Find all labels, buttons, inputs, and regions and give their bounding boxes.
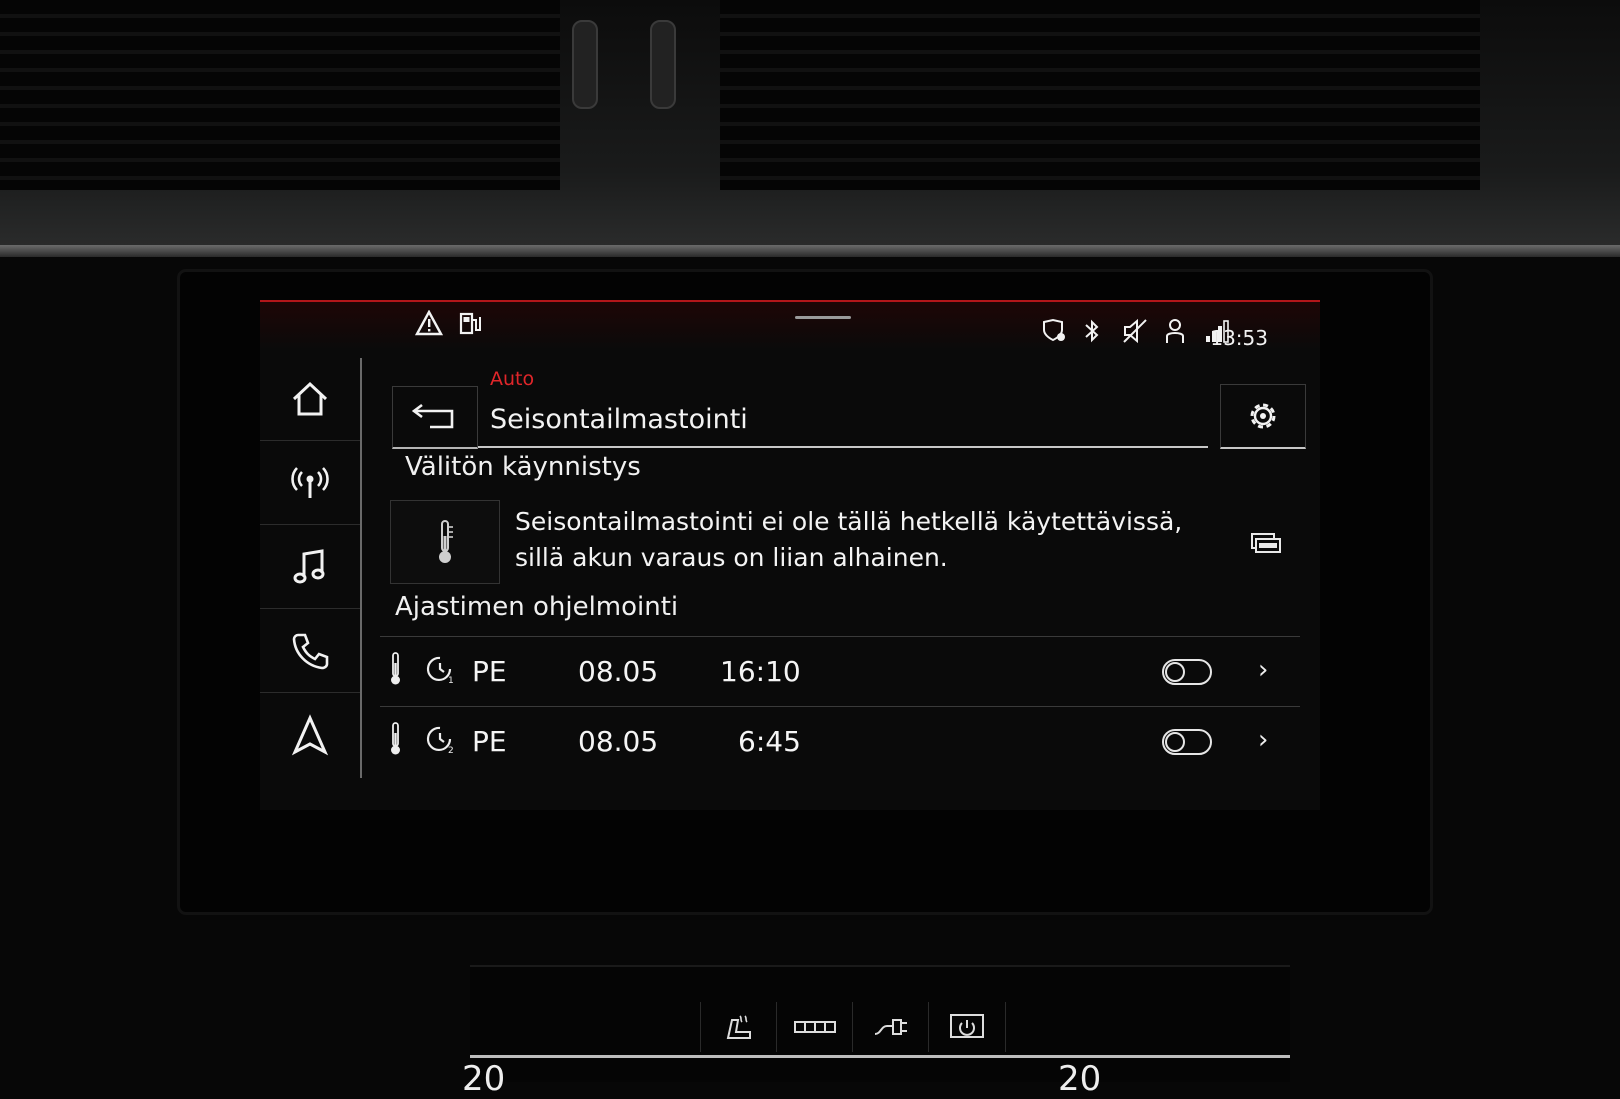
timer-time: 6:45 [738,725,801,758]
nav-navigation[interactable] [260,694,360,776]
main-nav [260,358,362,778]
breadcrumb[interactable]: Auto [490,368,534,390]
nav-home[interactable] [260,358,360,441]
clock: 13:53 [1210,326,1268,350]
timer-clock-icon: 2 [424,723,456,762]
timer-day: PE [472,655,507,688]
plug-icon [874,1019,907,1035]
timer-toggle[interactable] [1162,729,1212,755]
unavailable-message: Seisontailmastointi ei ole tällä hetkell… [515,507,1183,572]
infotainment-screen: 13:53 Auto Seisontailmastointi Välitön k… [260,300,1320,810]
dashboard-top [0,0,1620,245]
timer-day: PE [472,725,507,758]
air-vent-left [0,0,560,190]
gear-icon [1250,403,1276,429]
page-header: Auto Seisontailmastointi [478,360,1208,448]
rear-defrost-icon [794,1021,836,1033]
section-immediate-start: Välitön käynnistys [405,452,641,482]
climate-power-button[interactable] [928,1002,1006,1052]
nav-radio[interactable] [260,442,360,525]
music-icon [293,549,325,584]
air-vent-right [720,0,1480,190]
timer-row[interactable]: 2 PE 08.05 6:45 › [380,706,1300,775]
timer-date: 08.05 [578,655,659,688]
nav-phone[interactable] [260,610,360,693]
radio-icon [291,467,329,498]
home-icon [292,381,328,416]
defrost-button[interactable] [776,1002,853,1052]
nav-music[interactable] [260,526,360,609]
seat-heat-button[interactable] [700,1002,777,1052]
drag-handle[interactable] [795,316,851,319]
bluetooth-icon[interactable] [1082,318,1102,349]
climate-panel: 20 20 [462,965,1290,1099]
svg-text:2: 2 [448,746,454,755]
back-button[interactable] [392,386,478,449]
temp-right[interactable]: 20 [1058,1059,1101,1099]
svg-text:1: 1 [448,676,454,685]
power-icon [950,1014,984,1038]
chevron-right-icon[interactable]: › [1258,655,1268,685]
thermometer-icon [388,721,404,764]
chevron-right-icon[interactable]: › [1258,725,1268,755]
thermometer-icon [439,520,453,563]
battery-icon [1250,530,1282,558]
immediate-start-button[interactable] [390,500,500,584]
charging-button[interactable] [852,1002,929,1052]
thermometer-icon [388,651,404,694]
status-bar: 13:53 [260,300,1320,350]
location-shield-icon[interactable] [1040,318,1068,349]
temp-left[interactable]: 20 [462,1059,505,1099]
navigation-icon [291,714,329,756]
timer-time: 16:10 [720,655,801,688]
person-icon[interactable] [1164,318,1190,349]
fuel-pump-icon[interactable] [458,310,484,341]
timer-row[interactable]: 1 PE 08.05 16:10 › [380,636,1300,705]
warning-icon[interactable] [414,309,444,341]
timer-clock-icon: 1 [424,653,456,692]
timer-date: 08.05 [578,725,659,758]
back-arrow-icon [411,403,454,429]
vent-knob-right[interactable] [650,20,676,109]
dashboard-trim [0,245,1620,257]
vent-knob-left[interactable] [572,20,598,109]
phone-icon [292,633,329,670]
timer-toggle[interactable] [1162,659,1212,685]
mute-icon[interactable] [1122,318,1148,349]
climate-divider [470,1055,1290,1058]
section-timer-programming: Ajastimen ohjelmointi [395,592,679,622]
seat-heat-icon [726,1015,751,1039]
settings-button[interactable] [1220,384,1306,449]
page-title: Seisontailmastointi [490,404,748,435]
